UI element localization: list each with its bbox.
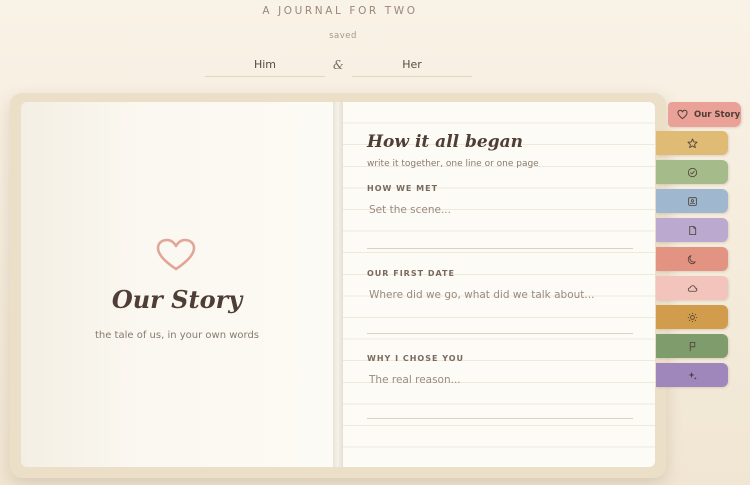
photo-frame-icon <box>687 196 697 206</box>
right-page-entries: How it all began write it together, one … <box>343 102 655 467</box>
tab-our-story-label: Our Story <box>694 109 741 120</box>
flag-icon <box>689 341 695 351</box>
left-page-cover: Our Story the tale of us, in your own wo… <box>21 102 333 467</box>
tab-page[interactable] <box>656 218 728 242</box>
entry-divider <box>367 333 633 334</box>
tab-star[interactable] <box>656 131 728 155</box>
how-we-met-answer[interactable] <box>367 198 633 244</box>
first-date-answer[interactable] <box>367 283 633 329</box>
entry-divider <box>367 418 633 419</box>
sun-icon <box>687 312 697 322</box>
entry-divider <box>367 248 633 249</box>
check-circle-icon <box>687 167 697 177</box>
tab-sparkle[interactable] <box>656 363 728 387</box>
prompt-label: OUR FIRST DATE <box>367 269 455 278</box>
cloud-icon <box>687 284 697 292</box>
tab-flag[interactable] <box>656 334 728 358</box>
book-spine <box>333 102 343 467</box>
moon-icon <box>687 254 696 264</box>
star-icon <box>687 138 697 148</box>
page-icon <box>688 225 696 235</box>
partner-one-name-input[interactable] <box>205 52 325 77</box>
tab-cloud[interactable] <box>656 276 728 300</box>
tab-check[interactable] <box>656 160 728 184</box>
tab-our-story[interactable]: Our Story <box>668 102 741 127</box>
sparkle-icon <box>688 371 697 380</box>
prompt-label: WHY I CHOSE YOU <box>367 354 465 363</box>
tab-photo[interactable] <box>656 189 728 213</box>
prompt-label: HOW WE MET <box>367 184 439 193</box>
heart-outline-icon <box>156 238 196 271</box>
tab-sun[interactable] <box>656 305 728 329</box>
partner-two-name-input[interactable] <box>352 52 472 77</box>
ampersand-label: & <box>333 58 344 72</box>
section-hint: write it together, one line or one page <box>367 159 539 169</box>
partner-names: & <box>205 52 472 78</box>
cover-title: Our Story <box>111 285 243 314</box>
section-title: How it all began <box>367 132 523 152</box>
journal-book: Our Story the tale of us, in your own wo… <box>10 93 666 478</box>
tab-moon[interactable] <box>656 247 728 271</box>
app-title: A JOURNAL FOR TWO <box>262 5 418 17</box>
why-i-chose-you-answer[interactable] <box>367 368 633 414</box>
cover-subtitle: the tale of us, in your own words <box>94 330 260 341</box>
save-status: saved <box>329 31 357 41</box>
heart-icon <box>677 109 688 120</box>
